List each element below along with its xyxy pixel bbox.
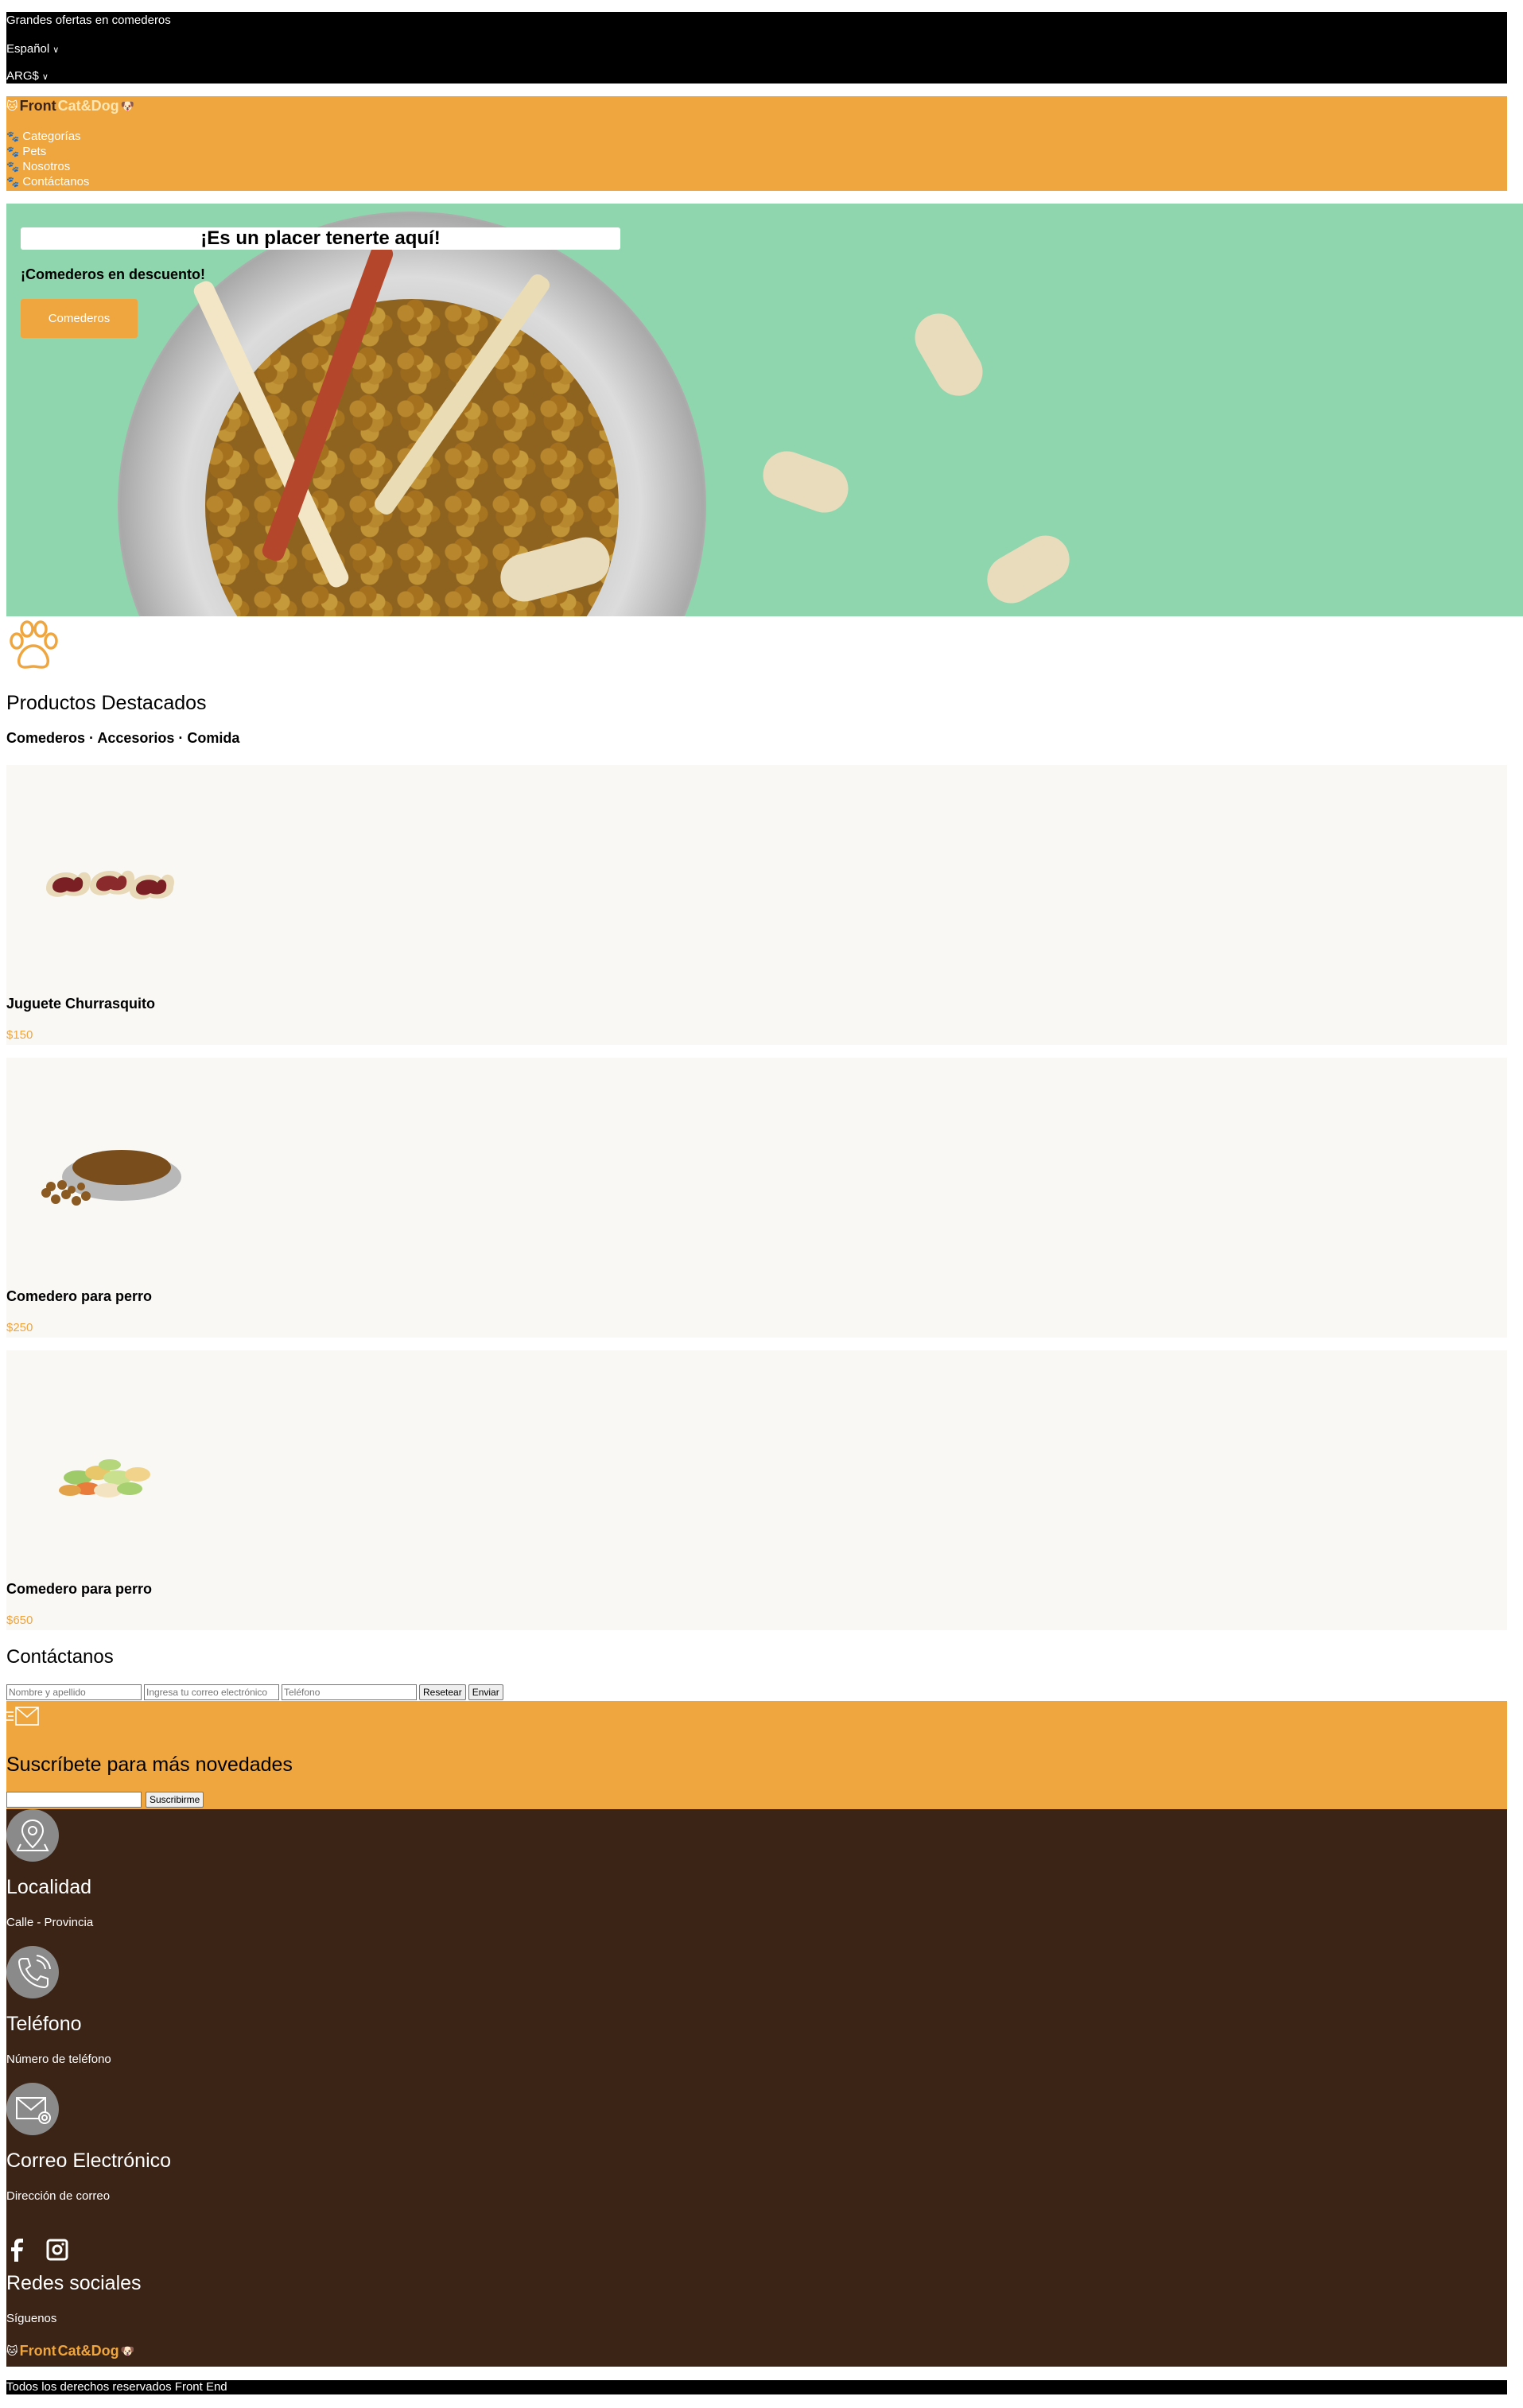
product-image xyxy=(46,870,175,899)
social-title: Redes sociales xyxy=(6,2272,142,2294)
currency-label: ARG$ xyxy=(6,69,39,83)
phone-text: Número de teléfono xyxy=(6,2053,111,2066)
paw-icon: 🐾 xyxy=(6,176,20,188)
social-text: Síguenos xyxy=(6,2312,57,2325)
reset-button[interactable]: Resetear xyxy=(419,1684,466,1700)
send-button[interactable]: Enviar xyxy=(468,1684,503,1700)
email-title: Correo Electrónico xyxy=(6,2150,172,2172)
subscribe-email-field[interactable] xyxy=(6,1792,142,1808)
featured-title: Productos Destacados xyxy=(6,692,207,714)
location-icon xyxy=(6,1809,59,1862)
chevron-down-icon: ∨ xyxy=(41,72,49,82)
product-name: Comedero para perro xyxy=(6,1288,153,1304)
product-image xyxy=(59,1459,150,1497)
nav-item-pets[interactable]: 🐾 Pets xyxy=(6,144,89,159)
paw-icon: 🐾 xyxy=(6,130,20,142)
name-field[interactable] xyxy=(6,1684,142,1700)
product-card[interactable]: Comedero para perro $650 xyxy=(6,1350,1507,1630)
phone-title: Teléfono xyxy=(6,2013,82,2035)
logo[interactable]: 🐱 Front Cat&Dog 🐶 xyxy=(6,98,134,115)
featured-categories: Comederos · Accesorios · Comida xyxy=(6,730,240,746)
email-field[interactable] xyxy=(144,1684,279,1700)
main-nav: 🐾 Categorías 🐾 Pets 🐾 Nosotros 🐾 Contáctanos xyxy=(6,129,89,189)
phone-icon xyxy=(6,1946,59,1998)
product-card[interactable]: Juguete Churrasquito $150 xyxy=(6,765,1507,1045)
product-name: Juguete Churrasquito xyxy=(6,996,156,1012)
product-name: Comedero para perro xyxy=(6,1581,153,1597)
paw-icon: 🐾 xyxy=(6,146,20,157)
currency-selector[interactable]: ARG$ ∨ xyxy=(6,69,49,83)
cat-icon: 🐱 xyxy=(6,2344,18,2357)
logo-front: Front xyxy=(19,98,56,114)
social-links xyxy=(6,2238,68,2262)
logo-catdog: Cat&Dog xyxy=(57,98,119,114)
language-label: Español xyxy=(6,42,50,56)
product-card[interactable]: Comedero para perro $250 xyxy=(6,1058,1507,1338)
site-header: 🐱 Front Cat&Dog 🐶 🐾 Categorías 🐾 Pets 🐾 Nos… xyxy=(6,96,1507,191)
product-price: $250 xyxy=(6,1321,33,1334)
hero-subtitle: ¡Comederos en descuento! xyxy=(21,266,206,282)
location-text: Calle - Provincia xyxy=(6,1916,94,1929)
bone-treat xyxy=(978,526,1078,612)
product-price: $150 xyxy=(6,1028,33,1042)
footer-logo-catdog: Cat&Dog xyxy=(57,2343,119,2359)
subscribe-title: Suscríbete para más novedades xyxy=(6,1754,293,1776)
cat-icon: 🐱 xyxy=(6,99,18,112)
language-selector[interactable]: Español ∨ xyxy=(6,42,59,56)
footer-logo-front: Front xyxy=(19,2343,56,2359)
copyright-bar: Todos los derechos reservados Front End xyxy=(6,2380,1507,2394)
top-bar: Grandes ofertas en comederos Español ∨ AR… xyxy=(6,12,1507,84)
facebook-icon[interactable] xyxy=(6,2238,29,2262)
dog-icon: 🐶 xyxy=(120,2344,135,2357)
location-title: Localidad xyxy=(6,1876,92,1898)
site-footer: Localidad Calle - Provincia Teléfono Núm… xyxy=(6,1809,1507,2367)
nav-item-categorias[interactable]: 🐾 Categorías xyxy=(6,129,89,144)
dog-icon: 🐶 xyxy=(120,99,135,112)
contact-form: Resetear Enviar xyxy=(6,1684,503,1700)
nav-item-contactanos[interactable]: 🐾 Contáctanos xyxy=(6,174,89,189)
mail-icon xyxy=(6,1707,39,1726)
paw-icon: 🐾 xyxy=(6,161,20,173)
bone-treat xyxy=(906,305,992,405)
subscribe-section: Suscríbete para más novedades Suscribirm… xyxy=(6,1701,1507,1809)
contact-title: Contáctanos xyxy=(6,1646,114,1668)
chevron-down-icon: ∨ xyxy=(52,45,60,55)
phone-field[interactable] xyxy=(282,1684,417,1700)
product-price: $650 xyxy=(6,1614,33,1627)
product-image xyxy=(41,1150,181,1206)
paw-icon xyxy=(10,620,58,669)
promo-text: Grandes ofertas en comederos xyxy=(6,14,171,27)
bone-treat xyxy=(756,444,855,520)
subscribe-button[interactable]: Suscribirme xyxy=(146,1792,204,1808)
nav-item-nosotros[interactable]: 🐾 Nosotros xyxy=(6,159,89,174)
instagram-icon[interactable] xyxy=(46,2238,68,2262)
footer-logo[interactable]: 🐱 Front Cat&Dog 🐶 xyxy=(6,2343,134,2359)
email-icon xyxy=(6,2083,59,2135)
subscribe-form: Suscribirme xyxy=(6,1792,204,1808)
email-text: Dirección de correo xyxy=(6,2189,111,2203)
hero-title: ¡Es un placer tenerte aquí! xyxy=(21,227,620,250)
hero-banner: ¡Es un placer tenerte aquí! ¡Comederos e… xyxy=(6,204,1523,616)
comederos-button[interactable]: Comederos xyxy=(21,299,138,338)
